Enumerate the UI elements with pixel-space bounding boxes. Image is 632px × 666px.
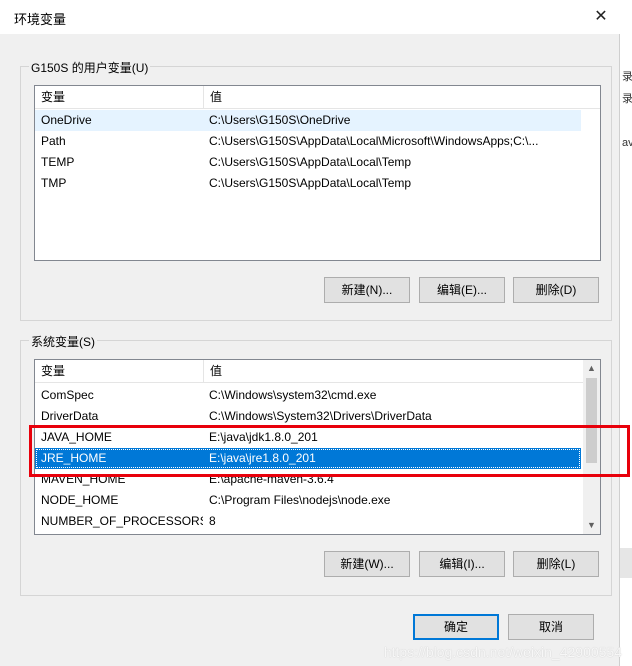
list-item[interactable]: DriverData C:\Windows\System32\Drivers\D… [35, 406, 581, 427]
list-header: 变量 值 [35, 86, 600, 109]
list-item[interactable]: NUMBER_OF_PROCESSORS 8 [35, 511, 581, 532]
variable-name: JRE_HOME [41, 451, 107, 465]
variable-value: C:\Program Files\nodejs\node.exe [209, 493, 391, 507]
cancel-button[interactable]: 取消 [508, 614, 594, 640]
user-variables-list[interactable]: 变量 值 OneDrive C:\Users\G150S\OneDrive Pa… [34, 85, 601, 261]
environment-variables-dialog: 环境变量 ✕ G150S 的用户变量(U) 变量 值 OneDrive C:\U… [0, 0, 620, 666]
variable-value: C:\Windows\System32\Drivers\DriverData [209, 409, 432, 423]
ok-button[interactable]: 确定 [413, 614, 499, 640]
user-variables-group: G150S 的用户变量(U) 变量 值 OneDrive C:\Users\G1… [20, 59, 612, 321]
list-item[interactable]: Path C:\Users\G150S\AppData\Local\Micros… [35, 131, 581, 152]
variable-name: ComSpec [41, 388, 94, 402]
column-header-variable[interactable]: 变量 [35, 360, 203, 382]
column-header-value[interactable]: 值 [203, 360, 581, 382]
user-new-button[interactable]: 新建(N)... [324, 277, 410, 303]
list-item-selected[interactable]: JRE_HOME E:\java\jre1.8.0_201 [35, 448, 581, 469]
scroll-up-arrow-icon[interactable]: ▲ [583, 360, 600, 377]
variable-value: C:\Windows\system32\cmd.exe [209, 388, 377, 402]
variable-name: Path [41, 134, 66, 148]
system-new-button[interactable]: 新建(W)... [324, 551, 410, 577]
list-item[interactable]: ComSpec C:\Windows\system32\cmd.exe [35, 385, 581, 406]
background-text: 录 [622, 93, 632, 105]
background-text: 录 [622, 71, 632, 83]
column-header-variable[interactable]: 变量 [35, 86, 203, 108]
list-item[interactable]: NODE_HOME C:\Program Files\nodejs\node.e… [35, 490, 581, 511]
title-bar: 环境变量 ✕ [0, 0, 620, 34]
user-variables-label: G150S 的用户变量(U) [29, 59, 151, 76]
list-item[interactable]: OneDrive C:\Users\G150S\OneDrive [35, 110, 581, 131]
watermark: https://blog.csdn.net/weixin_42900554 [383, 644, 622, 660]
background-window-edge: 录 录 av [620, 0, 632, 666]
variable-name: NODE_HOME [41, 493, 119, 507]
list-item[interactable]: MAVEN_HOME E:\apache-maven-3.6.4 [35, 469, 581, 490]
variable-name: TMP [41, 176, 67, 190]
variable-value: E:\java\jre1.8.0_201 [209, 451, 316, 465]
variable-value: E:\apache-maven-3.6.4 [209, 472, 334, 486]
variable-value: 8 [209, 514, 216, 528]
close-button[interactable]: ✕ [584, 0, 618, 32]
list-header: 变量 值 [35, 360, 600, 383]
system-variables-group: 系统变量(S) 变量 值 ComSpec C:\Windows\system32… [20, 333, 612, 596]
scrollbar-thumb[interactable] [586, 378, 597, 463]
background-text: av [622, 137, 632, 149]
list-item[interactable]: TEMP C:\Users\G150S\AppData\Local\Temp [35, 152, 581, 173]
system-variables-label: 系统变量(S) [29, 333, 97, 350]
variable-name: JAVA_HOME [41, 430, 112, 444]
list-item[interactable]: JAVA_HOME E:\java\jdk1.8.0_201 [35, 427, 581, 448]
list-item[interactable]: TMP C:\Users\G150S\AppData\Local\Temp [35, 173, 581, 194]
variable-value: C:\Users\G150S\AppData\Local\Temp [209, 155, 412, 169]
system-delete-button[interactable]: 删除(L) [513, 551, 599, 577]
variable-name: MAVEN_HOME [41, 472, 126, 486]
column-header-value[interactable]: 值 [203, 86, 581, 108]
variable-value: C:\Users\G150S\AppData\Local\Temp [209, 176, 412, 190]
dialog-title: 环境变量 [14, 12, 67, 27]
system-variables-list[interactable]: 变量 值 ComSpec C:\Windows\system32\cmd.exe… [34, 359, 601, 535]
user-delete-button[interactable]: 删除(D) [513, 277, 599, 303]
variable-value: C:\Users\G150S\OneDrive [209, 113, 351, 127]
scroll-down-arrow-icon[interactable]: ▼ [583, 517, 600, 534]
system-edit-button[interactable]: 编辑(I)... [419, 551, 505, 577]
variable-name: OneDrive [41, 113, 92, 127]
background-scroll-region [620, 548, 632, 578]
variable-name: NUMBER_OF_PROCESSORS [41, 514, 203, 528]
user-edit-button[interactable]: 编辑(E)... [419, 277, 505, 303]
variable-value: E:\java\jdk1.8.0_201 [209, 430, 318, 444]
variable-name: TEMP [41, 155, 75, 169]
variable-name: DriverData [41, 409, 99, 423]
close-icon: ✕ [594, 8, 608, 25]
variable-value: C:\Users\G150S\AppData\Local\Microsoft\W… [209, 134, 539, 148]
vertical-scrollbar[interactable]: ▲ ▼ [583, 360, 600, 534]
